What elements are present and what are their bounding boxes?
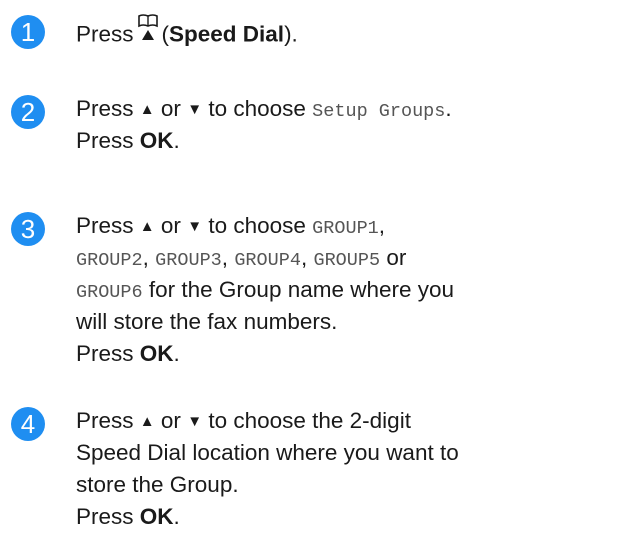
ok-button-label: OK	[139, 128, 174, 153]
period: .	[173, 128, 180, 153]
comma: ,	[378, 213, 386, 238]
period: .	[173, 504, 180, 529]
press-word: Press	[76, 21, 134, 47]
period: .	[173, 341, 180, 366]
step-number-badge: 1	[11, 15, 45, 49]
menu-option-setup-groups: Setup Groups	[312, 101, 446, 122]
press-word: Press	[76, 408, 134, 433]
ok-button-label: OK	[139, 504, 174, 529]
to-choose-text: to choose	[208, 213, 306, 238]
paren-close: ).	[284, 21, 298, 47]
or-word: or	[160, 96, 181, 121]
up-arrow-icon: ▲	[139, 101, 155, 118]
speed-dial-icon	[137, 13, 159, 52]
step-line: Press OK.	[76, 125, 622, 157]
period: .	[445, 96, 452, 121]
paren-open: (	[161, 21, 170, 47]
step-number-badge: 3	[11, 212, 45, 246]
menu-option-group3: GROUP3	[155, 250, 222, 271]
down-arrow-icon: ▼	[187, 218, 203, 235]
or-word: or	[386, 245, 407, 270]
press-word: Press	[76, 128, 134, 153]
comma: ,	[300, 245, 308, 270]
comma: ,	[142, 245, 149, 270]
step-line: Press ▲ or ▼ to choose the 2-digit	[76, 405, 622, 437]
press-word: Press	[76, 96, 134, 121]
menu-option-group4: GROUP4	[234, 250, 301, 271]
down-arrow-icon: ▼	[187, 413, 203, 430]
menu-option-group5: GROUP5	[313, 250, 381, 271]
menu-option-group2: GROUP2	[76, 250, 143, 271]
up-arrow-icon: ▲	[139, 413, 155, 430]
step-text: Press ▲ or ▼ to choose Setup Groups. Pre…	[76, 93, 622, 157]
step-line: GROUP2, GROUP3, GROUP4, GROUP5 or	[76, 242, 622, 274]
down-arrow-icon: ▼	[187, 101, 203, 118]
step-line: Press ▲ or ▼ to choose Setup Groups.	[76, 93, 622, 125]
to-choose-text: to choose	[208, 96, 306, 121]
comma: ,	[221, 245, 229, 270]
step-text: Press ▲ or ▼ to choose the 2-digit Speed…	[76, 405, 622, 533]
up-arrow-icon: ▲	[139, 218, 155, 235]
step-line: Press (Speed Dial).	[76, 14, 622, 48]
speed-dial-button-label: Speed Dial	[169, 21, 285, 47]
instruction-steps: 1 Press (Speed Dial). 2 Press ▲ or ▼ to …	[0, 0, 622, 554]
step-line: will store the fax numbers.	[76, 309, 338, 334]
step-number-badge: 4	[11, 407, 45, 441]
step-text: Press (Speed Dial).	[76, 14, 622, 48]
press-word: Press	[76, 341, 134, 366]
step-number-badge: 2	[11, 95, 45, 129]
press-word: Press	[76, 504, 134, 529]
step-line: GROUP6 for the Group name where you	[76, 274, 622, 306]
step-description: to choose the 2-digit	[208, 408, 411, 433]
step-line: Speed Dial location where you want to	[76, 440, 459, 465]
step-line: store the Group.	[76, 472, 239, 497]
or-word: or	[160, 213, 181, 238]
step-line: Press ▲ or ▼ to choose GROUP1,	[76, 210, 622, 242]
step-line: Press OK.	[76, 338, 622, 370]
step-line: Press OK.	[76, 501, 622, 533]
press-word: Press	[76, 213, 134, 238]
step-text: Press ▲ or ▼ to choose GROUP1, GROUP2, G…	[76, 210, 622, 370]
ok-button-label: OK	[139, 341, 174, 366]
step-description: for the Group name where you	[148, 277, 455, 302]
or-word: or	[160, 408, 181, 433]
menu-option-group6: GROUP6	[76, 282, 143, 303]
menu-option-group1: GROUP1	[312, 218, 379, 239]
